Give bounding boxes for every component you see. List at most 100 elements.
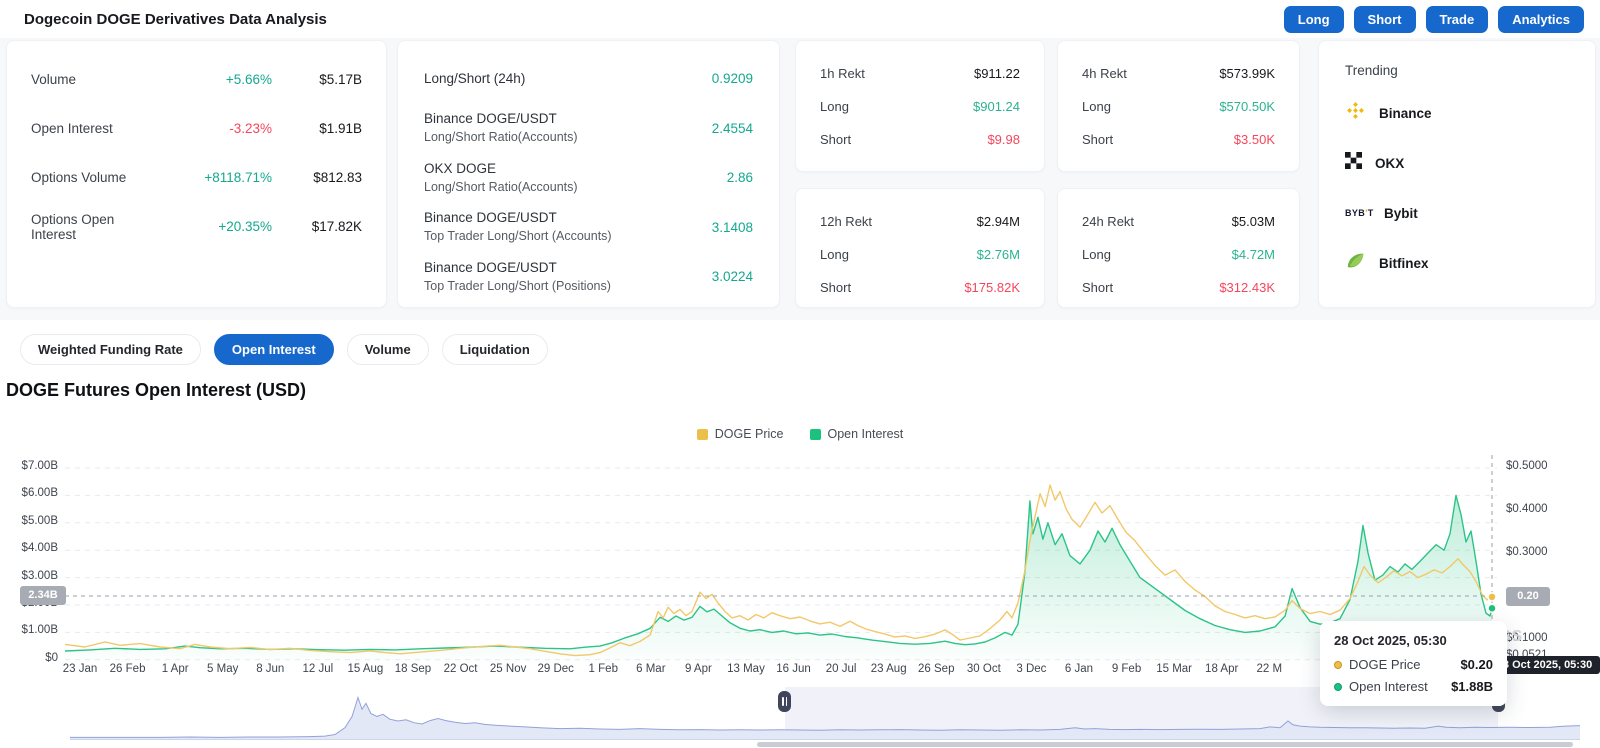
tab-open-interest[interactable]: Open Interest	[213, 334, 334, 365]
stat-change: +8118.71%	[204, 170, 272, 185]
ratio-value: 3.1408	[711, 219, 753, 235]
rekt-short-value: $9.98	[987, 132, 1020, 147]
rekt-title: 4h Rekt	[1082, 66, 1127, 81]
chart-title: DOGE Futures Open Interest (USD)	[6, 380, 307, 400]
trending-item-okx[interactable]: OKX	[1345, 138, 1569, 188]
trending-item-bybit[interactable]: BYB'T Bybit	[1345, 188, 1569, 238]
ratio-label: Binance DOGE/USDT	[424, 210, 557, 226]
stat-row-open-interest: Open Interest -3.23% $1.91B	[31, 104, 362, 153]
crosshair-left-badge: 2.34B	[20, 586, 66, 605]
stat-value: $5.17B	[319, 72, 362, 87]
chart-tabs: Weighted Funding Rate Open Interest Volu…	[20, 334, 548, 365]
tab-liquidation[interactable]: Liquidation	[441, 334, 548, 365]
trending-card: Trending Binance OKX BYB'T Bybit Bitfine…	[1318, 40, 1596, 308]
rekt-card-4h: 4h Rekt $573.99K Long $570.50K Short $3.50K	[1057, 40, 1300, 172]
market-stats-card: Volume +5.66% $5.17B Open Interest -3.23…	[6, 40, 387, 308]
rekt-long-label: Long	[1082, 99, 1111, 114]
rekt-total: $2.94M	[976, 214, 1020, 229]
horizontal-scrollbar-thumb[interactable]	[757, 742, 1573, 747]
ratio-sublabel: Long/Short Ratio(Accounts)	[424, 179, 578, 194]
long-button[interactable]: Long	[1283, 5, 1344, 33]
stat-label: Options Open Interest	[31, 211, 115, 242]
rekt-short-label: Short	[820, 132, 852, 147]
trending-item-bitfinex[interactable]: Bitfinex	[1345, 238, 1569, 288]
stat-label: Open Interest	[31, 121, 113, 136]
tooltip-series-name: DOGE Price	[1349, 657, 1421, 672]
stat-change: +20.35%	[218, 219, 272, 234]
header-actions: Long Short Trade Analytics	[1283, 5, 1584, 33]
legend-label: Open Interest	[827, 427, 904, 441]
stat-value: $1.91B	[319, 121, 362, 136]
ratio-row: OKX DOGE Long/Short Ratio(Accounts) 2.86	[424, 153, 753, 203]
trending-name: Bitfinex	[1379, 255, 1429, 271]
legend-item-open-interest[interactable]: Open Interest	[809, 427, 904, 441]
stat-value: $812.83	[313, 170, 362, 185]
tab-weighted-funding-rate[interactable]: Weighted Funding Rate	[20, 334, 201, 365]
ratio-value: 0.9209	[711, 71, 753, 87]
rekt-short-label: Short	[1082, 132, 1114, 147]
rekt-short-label: Short	[1082, 280, 1114, 295]
rekt-card-12h: 12h Rekt $2.94M Long $2.76M Short $175.82K	[795, 188, 1045, 308]
rekt-card-1h: 1h Rekt $911.22 Long $901.24 Short $9.98	[795, 40, 1045, 172]
crosshair-right-badge: 0.20	[1506, 587, 1550, 606]
chart-tooltip: 28 Oct 2025, 05:30 DOGE Price $0.20 Open…	[1320, 621, 1507, 706]
binance-icon	[1345, 100, 1366, 126]
doge-price-swatch	[696, 428, 708, 440]
open-interest-dot-icon	[1334, 682, 1342, 691]
rekt-long-value: $570.50K	[1219, 99, 1275, 114]
trending-name: OKX	[1375, 155, 1405, 171]
ratio-sublabel: Top Trader Long/Short (Positions)	[424, 278, 611, 293]
tooltip-row-open-interest: Open Interest $1.88B	[1334, 679, 1493, 694]
ratio-label: OKX DOGE	[424, 160, 497, 176]
rekt-short-value: $312.43K	[1219, 280, 1275, 295]
doge-price-dot-icon	[1334, 660, 1342, 669]
page-title: Dogecoin DOGE Derivatives Data Analysis	[24, 10, 327, 28]
chart-legend: DOGE Price Open Interest	[0, 427, 1600, 441]
ratio-row: Binance DOGE/USDT Top Trader Long/Short …	[424, 203, 753, 253]
rekt-long-label: Long	[820, 247, 849, 262]
ratio-label: Binance DOGE/USDT	[424, 111, 557, 127]
trending-name: Binance	[1379, 105, 1432, 121]
ratio-row: Binance DOGE/USDT Long/Short Ratio(Accou…	[424, 104, 753, 154]
tooltip-date: 28 Oct 2025, 05:30	[1334, 633, 1447, 648]
rekt-title: 24h Rekt	[1082, 214, 1135, 229]
navigator-left-handle[interactable]	[778, 691, 792, 712]
ratio-value: 2.86	[726, 170, 753, 186]
page-header: Dogecoin DOGE Derivatives Data Analysis …	[0, 0, 1600, 38]
tooltip-series-value: $1.88B	[1451, 679, 1493, 694]
analytics-button[interactable]: Analytics	[1498, 5, 1584, 33]
stat-label: Volume	[31, 72, 77, 87]
rekt-total: $911.22	[973, 66, 1020, 81]
trade-button[interactable]: Trade	[1425, 5, 1489, 33]
rekt-title: 1h Rekt	[820, 66, 865, 81]
rekt-long-value: $4.72M	[1231, 247, 1275, 262]
stat-row-options-open-interest: Options Open Interest +20.35% $17.82K	[31, 202, 362, 251]
legend-item-doge-price[interactable]: DOGE Price	[696, 427, 784, 441]
stat-row-options-volume: Options Volume +8118.71% $812.83	[31, 153, 362, 202]
ratio-sublabel: Long/Short Ratio(Accounts)	[424, 130, 578, 145]
long-short-ratio-card: Long/Short (24h) 0.9209 Binance DOGE/USD…	[397, 40, 780, 308]
tooltip-series-value: $0.20	[1460, 657, 1493, 672]
short-button[interactable]: Short	[1353, 5, 1416, 33]
rekt-long-label: Long	[1082, 247, 1111, 262]
open-interest-swatch	[809, 428, 821, 440]
ratio-label: Binance DOGE/USDT	[424, 259, 557, 275]
tab-volume[interactable]: Volume	[346, 334, 429, 365]
rekt-short-value: $175.82K	[964, 280, 1020, 295]
ratio-row: Long/Short (24h) 0.9209	[424, 54, 753, 104]
rekt-long-value: $901.24	[973, 99, 1020, 114]
stat-label: Options Volume	[31, 170, 127, 185]
legend-label: DOGE Price	[714, 427, 784, 441]
ratio-sublabel: Top Trader Long/Short (Accounts)	[424, 229, 612, 244]
ratio-value: 2.4554	[711, 120, 753, 136]
trending-item-binance[interactable]: Binance	[1345, 88, 1569, 138]
okx-icon	[1345, 152, 1362, 174]
ratio-row: Binance DOGE/USDT Top Trader Long/Short …	[424, 252, 753, 302]
ratio-label: Long/Short (24h)	[424, 70, 526, 86]
tooltip-series-name: Open Interest	[1349, 679, 1428, 694]
rekt-card-24h: 24h Rekt $5.03M Long $4.72M Short $312.43K	[1057, 188, 1300, 308]
trending-title: Trending	[1345, 63, 1398, 78]
trending-name: Bybit	[1384, 205, 1418, 221]
rekt-short-label: Short	[820, 280, 852, 295]
stat-change: +5.66%	[225, 72, 272, 87]
